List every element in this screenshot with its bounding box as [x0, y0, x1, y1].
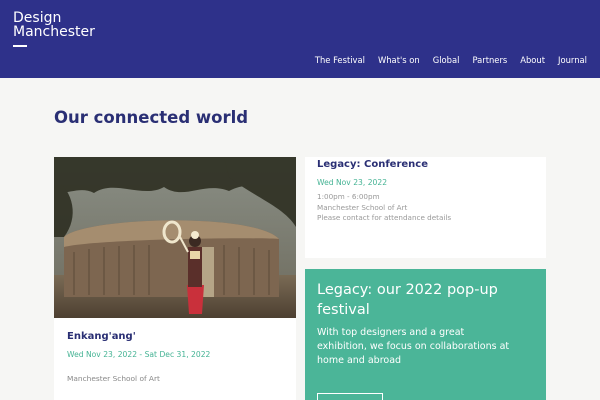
event-title: Legacy: Conference	[317, 159, 428, 170]
event-title: Enkang'ang'	[67, 331, 136, 342]
event-card-enkangang[interactable]: Enkang'ang' Wed Nov 23, 2022 - Sat Dec 3…	[54, 157, 296, 400]
promo-heading: Legacy: our 2022 pop-up festival	[317, 282, 498, 318]
logo-underline	[13, 45, 27, 47]
logo-line-1: Design	[13, 10, 62, 26]
nav-festival[interactable]: The Festival	[315, 55, 365, 65]
logo-line-2: Manchester	[13, 24, 95, 40]
nav-partners[interactable]: Partners	[472, 55, 507, 65]
event-note: Please contact for attendance details	[317, 213, 452, 222]
event-card-legacy-conference[interactable]: Legacy: Conference Wed Nov 23, 2022 1:00…	[305, 157, 546, 258]
event-location: Manchester School of Art	[317, 202, 408, 212]
site-header: Design Manchester The Festival What's on…	[0, 0, 600, 78]
event-location: Manchester School of Art	[67, 374, 160, 383]
promo-card: Legacy: our 2022 pop-up festival With to…	[305, 269, 546, 400]
event-details: 1:00pm - 6:00pm Manchester School of Art…	[317, 192, 451, 224]
event-time: 1:00pm - 6:00pm	[317, 192, 380, 201]
nav-about[interactable]: About	[520, 55, 545, 65]
page-title: Our connected world	[54, 108, 249, 127]
nav-whats-on[interactable]: What's on	[378, 55, 420, 65]
nav-journal[interactable]: Journal	[558, 55, 587, 65]
main-nav: The Festival What's on Global Partners A…	[302, 55, 587, 65]
promo-button[interactable]	[317, 393, 383, 400]
event-date: Wed Nov 23, 2022	[317, 178, 388, 187]
logo[interactable]: Design Manchester	[13, 11, 95, 39]
event-photo	[54, 157, 296, 318]
nav-global[interactable]: Global	[433, 55, 460, 65]
event-date: Wed Nov 23, 2022 - Sat Dec 31, 2022	[67, 350, 211, 359]
promo-body: With top designers and a great exhibitio…	[317, 327, 510, 366]
